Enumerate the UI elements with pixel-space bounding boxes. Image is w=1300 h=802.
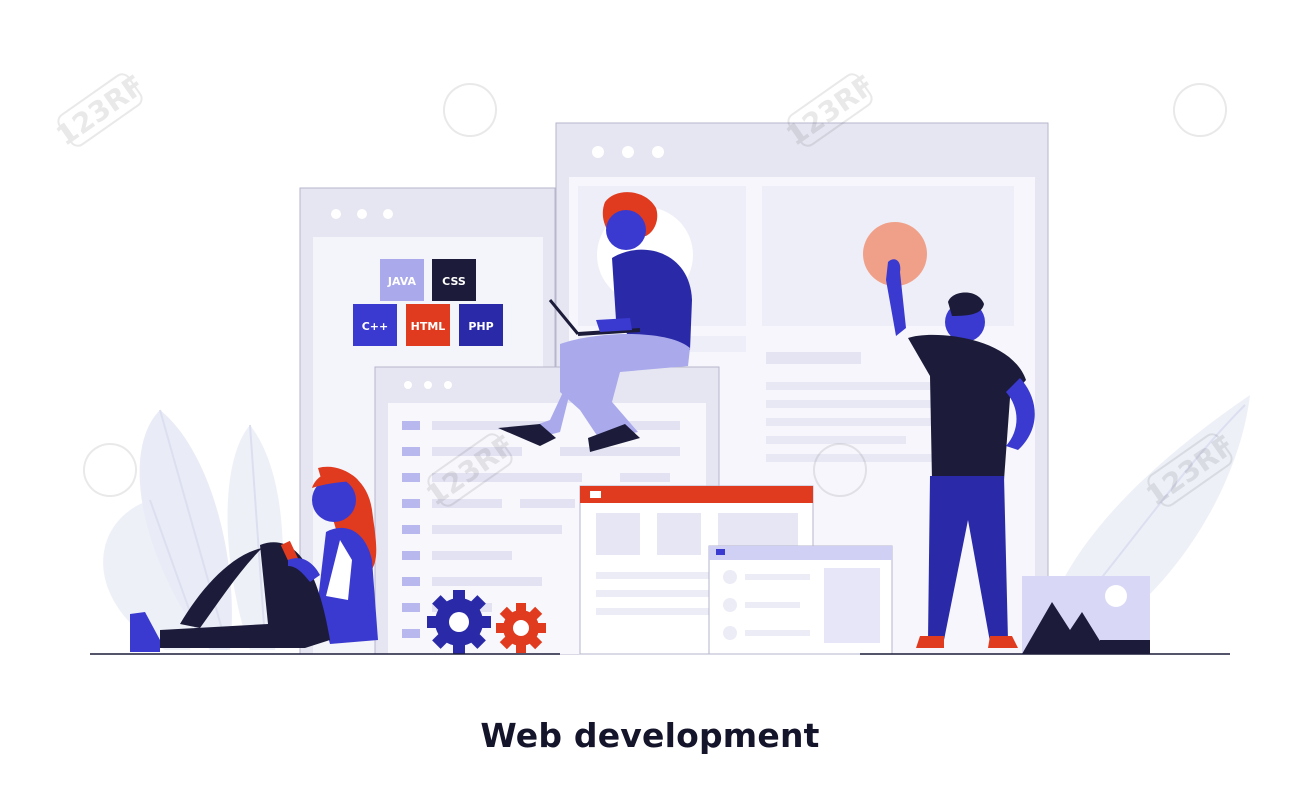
code-tile-java: JAVA — [380, 259, 424, 301]
code-tile-cpp: C++ — [353, 304, 397, 346]
gear-icon-red — [496, 603, 546, 653]
code-tile-css: CSS — [432, 259, 476, 301]
svg-text:JAVA: JAVA — [387, 275, 417, 288]
browser-window-small — [708, 545, 893, 655]
svg-text:CSS: CSS — [442, 275, 466, 288]
svg-text:HTML: HTML — [411, 320, 446, 333]
svg-text:C++: C++ — [362, 320, 389, 333]
caption-title: Web development — [480, 716, 820, 755]
gear-icon-blue — [427, 590, 491, 654]
code-tile-php: PHP — [459, 304, 503, 346]
svg-text:PHP: PHP — [468, 320, 493, 333]
web-development-illustration: JAVA CSS C++ HTML PHP 123RF 123RF 123RF … — [50, 68, 1250, 655]
image-icon — [1022, 576, 1150, 654]
svg-text:123RF: 123RF — [50, 68, 150, 152]
code-tile-html: HTML — [406, 304, 450, 346]
